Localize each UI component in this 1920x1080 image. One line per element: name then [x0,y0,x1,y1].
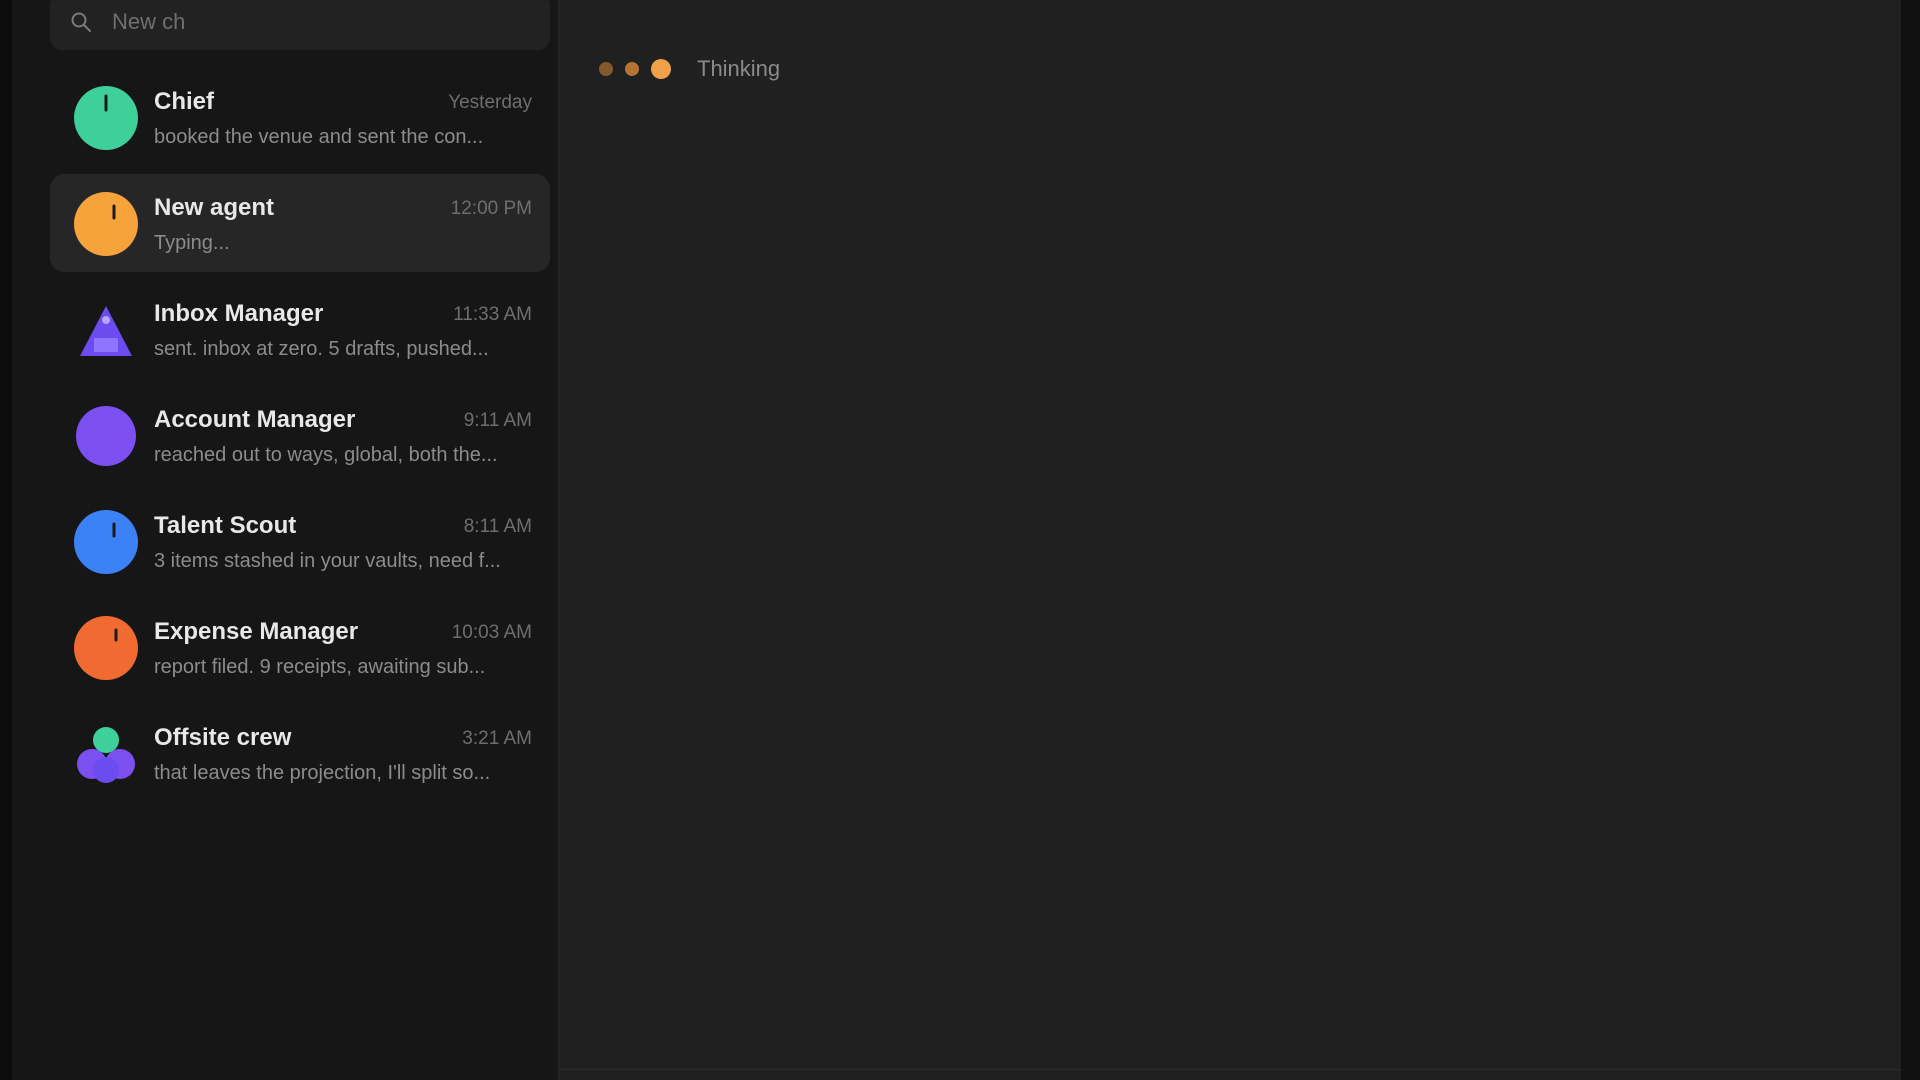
chat-time: 3:21 AM [462,728,532,749]
typing-dot [651,59,671,79]
group-avatar-icon [74,722,138,786]
chat-time: 9:11 AM [463,410,532,431]
chat-preview: booked the venue and sent the con... [154,126,484,148]
chat-preview: reached out to ways, global, both the... [154,444,498,466]
chief-avatar-icon [74,86,138,150]
chat-name: Chief [154,88,214,115]
window-edge [0,0,12,1080]
chat-name: Talent Scout [154,512,297,539]
search-icon [70,11,92,33]
chat-item-account-manager[interactable]: Account Manager 9:11 AM reached out to w… [50,386,550,484]
chat-name: Inbox Manager [154,300,324,327]
search-input[interactable] [110,8,534,36]
window-edge-right [1901,0,1920,1080]
chat-item-talent-scout[interactable]: Talent Scout 8:11 AM 3 items stashed in … [50,492,550,590]
chat-preview: sent. inbox at zero. 5 drafts, pushed... [154,338,489,360]
chat-sidebar: Chief Yesterday booked the venue and sen… [12,0,559,1080]
account-manager-avatar-icon [74,404,138,468]
chat-item-new-agent[interactable]: New agent 12:00 PM Typing... [50,174,550,272]
expense-manager-avatar-icon [74,616,138,680]
chat-name: Account Manager [154,406,356,433]
chat-item-offsite-crew[interactable]: Offsite crew 3:21 AM that leaves the pro… [50,704,550,802]
chat-preview: that leaves the projection, I'll split s… [154,762,491,784]
chat-name: Offsite crew [154,724,292,751]
talent-scout-avatar-icon [74,510,138,574]
chat-name: New agent [154,194,275,221]
chat-item-expense-manager[interactable]: Expense Manager 10:03 AM report filed. 9… [50,598,550,696]
typing-indicator: Thinking [599,56,780,82]
search-bar[interactable] [50,0,550,50]
chat-item-inbox-manager[interactable]: Inbox Manager 11:33 AM sent. inbox at ze… [50,280,550,378]
chat-item-chief[interactable]: Chief Yesterday booked the venue and sen… [50,68,550,166]
chat-time: Yesterday [448,92,532,113]
typing-dots [599,59,683,79]
chat-time: 10:03 AM [451,622,532,643]
chat-list: Chief Yesterday booked the venue and sen… [50,68,550,810]
chat-time: 12:00 PM [450,198,532,219]
chat-time: 11:33 AM [453,304,532,325]
conversation-pane: Thinking [559,0,1901,1080]
app-window: Chief Yesterday booked the venue and sen… [0,0,1920,1080]
inbox-manager-avatar-icon [74,298,138,362]
chat-preview: Typing... [154,232,230,254]
chat-time: 8:11 AM [463,516,532,537]
typing-label: Thinking [697,56,781,81]
chat-name: Expense Manager [154,618,359,645]
chat-preview: report filed. 9 receipts, awaiting sub..… [154,656,486,678]
chat-preview: 3 items stashed in your vaults, need f..… [154,550,501,572]
typing-dot [599,62,613,76]
composer-divider [559,1069,1901,1070]
new-agent-avatar-icon [74,192,138,256]
typing-dot [625,62,639,76]
